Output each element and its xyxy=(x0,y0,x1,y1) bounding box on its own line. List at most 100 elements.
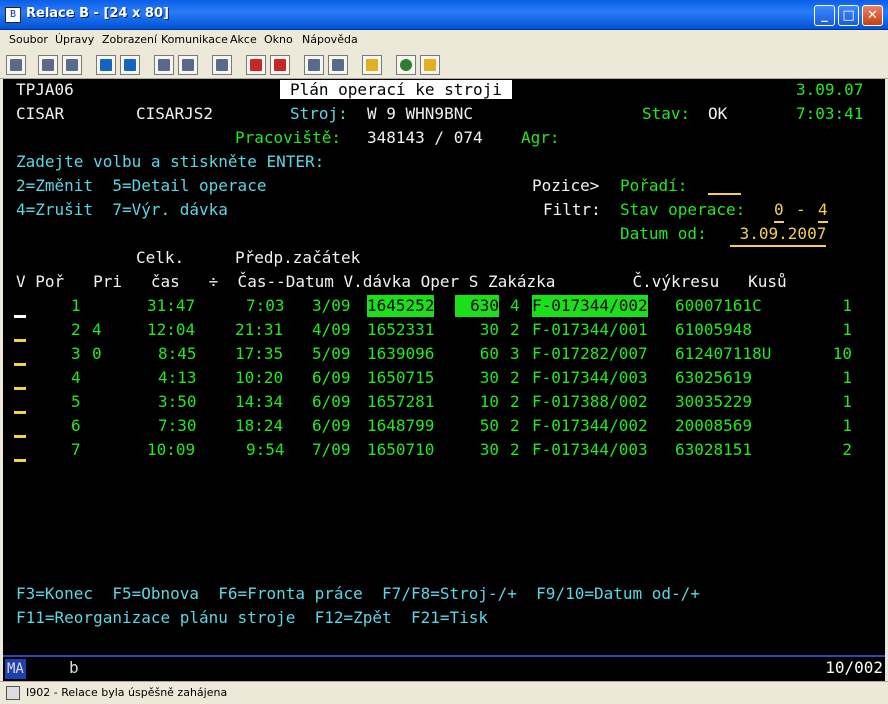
header-predp-zacatek: Předp.začátek xyxy=(235,248,361,267)
row-s: 4 xyxy=(510,296,520,315)
pracoviste-label: Pracoviště: xyxy=(235,128,341,147)
row-vykres: 612407118U xyxy=(675,344,772,363)
window-titlebar[interactable]: B Relace B - [24 x 80] _ □ ✕ xyxy=(0,0,888,30)
row-datum: 3/09 xyxy=(312,296,351,315)
instruction-text: Zadejte volbu a stiskněte ENTER: xyxy=(16,152,325,171)
row-option-input[interactable] xyxy=(14,387,26,390)
row-davka: 1650710 xyxy=(367,440,435,459)
row-option-input[interactable] xyxy=(14,363,26,366)
row-por: 1 xyxy=(71,296,81,315)
connection-status-icon xyxy=(6,686,20,700)
row-s: 2 xyxy=(510,416,520,435)
display-icon[interactable] xyxy=(154,55,174,75)
macro-2-icon[interactable] xyxy=(328,55,348,75)
row-por: 5 xyxy=(71,392,81,411)
poradi-input[interactable] xyxy=(708,175,741,195)
row-kusu: 1 xyxy=(842,296,852,315)
macro-icon[interactable] xyxy=(304,55,324,75)
row-oper: 10 xyxy=(479,392,499,411)
paste-icon[interactable] xyxy=(62,55,82,75)
stav-operace-label: Stav operace: xyxy=(620,200,746,219)
copy-icon[interactable] xyxy=(38,55,58,75)
menu-napoveda[interactable]: Nápověda xyxy=(302,33,358,46)
maximize-button[interactable]: □ xyxy=(838,5,859,26)
header-celk: Celk. xyxy=(136,248,185,267)
oia-indicator: b xyxy=(69,658,79,677)
row-datum: 7/09 xyxy=(312,440,351,459)
menu-akce[interactable]: Akce xyxy=(230,33,257,46)
filtr-label: Filtr: xyxy=(543,200,601,219)
row-option-input[interactable] xyxy=(14,315,26,318)
row-option-input[interactable] xyxy=(14,435,26,438)
row-vykres: 60007161C xyxy=(675,296,762,315)
row-oper: 30 xyxy=(479,368,499,387)
clipboard-icon[interactable] xyxy=(362,55,382,75)
row-davka: 1652331 xyxy=(367,320,435,339)
datum-od-input[interactable]: 3.09.2007 xyxy=(730,223,827,247)
row-s: 3 xyxy=(510,344,520,363)
row-cas: 10:09 xyxy=(147,440,196,459)
terminal-screen[interactable]: TPJA06 Plán operací ke stroji 3.09.07 CI… xyxy=(3,79,885,655)
row-por: 4 xyxy=(71,368,81,387)
row-oper: 60 xyxy=(479,344,499,363)
row-option-input[interactable] xyxy=(14,339,26,342)
row-zakazka: F-017344/002 xyxy=(532,295,648,317)
display-2-icon[interactable] xyxy=(178,55,198,75)
menu-bar: Soubor Úpravy Zobrazení Komunikace Akce … xyxy=(0,30,888,51)
row-cas: 12:04 xyxy=(147,320,196,339)
play-macro-icon[interactable] xyxy=(270,55,290,75)
datum-od-label: Datum od: xyxy=(620,224,707,243)
row-pri: 4 xyxy=(92,320,102,339)
keyboard-icon[interactable] xyxy=(212,55,232,75)
terminal-app-icon[interactable]: B xyxy=(5,7,21,23)
row-option-input[interactable] xyxy=(14,459,26,462)
row-kusu: 10 xyxy=(832,344,852,363)
row-zakazka: F-017388/002 xyxy=(532,392,648,411)
row-zacatek: 10:20 xyxy=(235,368,284,387)
function-keys-line-1: F3=Konec F5=Obnova F6=Fronta práce F7/F8… xyxy=(16,584,700,603)
row-option-input[interactable] xyxy=(14,411,26,414)
stav-operace-to-input[interactable]: 4 xyxy=(818,199,828,223)
stav-operace-dash: - xyxy=(796,200,806,219)
row-kusu: 1 xyxy=(842,392,852,411)
close-button[interactable]: ✕ xyxy=(862,5,883,26)
globe-icon[interactable] xyxy=(396,55,416,75)
menu-okno[interactable]: Okno xyxy=(264,33,293,46)
row-por: 3 xyxy=(71,344,81,363)
row-davka: 1639096 xyxy=(367,344,435,363)
row-kusu: 1 xyxy=(842,320,852,339)
record-macro-icon[interactable] xyxy=(246,55,266,75)
menu-zobrazeni[interactable]: Zobrazení xyxy=(102,33,157,46)
screen-title: Plán operací ke stroji xyxy=(280,80,512,99)
stav-label: Stav: xyxy=(642,104,691,123)
row-datum: 5/09 xyxy=(312,344,351,363)
stav-operace-from-input[interactable]: 0 xyxy=(774,199,784,223)
session-name: CISARJS2 xyxy=(136,104,214,123)
pracoviste-value: 348143 / 074 xyxy=(367,128,483,147)
menu-komunikace[interactable]: Komunikace xyxy=(161,33,228,46)
row-cas: 4:13 xyxy=(158,368,197,387)
row-oper: 30 xyxy=(479,320,499,339)
receive-file-icon[interactable] xyxy=(120,55,140,75)
pozice-label: Pozice> xyxy=(532,176,600,195)
row-vykres: 30035229 xyxy=(675,392,753,411)
function-keys-line-2: F11=Reorganizace plánu stroje F12=Zpět F… xyxy=(16,608,489,627)
row-zacatek: 17:35 xyxy=(235,344,284,363)
oia-mode: MA xyxy=(5,659,26,679)
row-oper: 50 xyxy=(479,416,499,435)
menu-soubor[interactable]: Soubor xyxy=(9,33,48,46)
row-por: 6 xyxy=(71,416,81,435)
edit-icon[interactable] xyxy=(420,55,440,75)
user-name: CISAR xyxy=(16,104,65,123)
print-icon[interactable] xyxy=(6,55,26,75)
row-davka: 1645252 xyxy=(367,295,435,317)
menu-upravy[interactable]: Úpravy xyxy=(55,33,94,46)
column-headers: V Poř Pri čas ÷ Čas--Datum V.dávka Oper … xyxy=(16,272,787,291)
row-vykres: 61005948 xyxy=(675,320,753,339)
program-id: TPJA06 xyxy=(16,80,74,99)
row-cas: 7:30 xyxy=(158,416,197,435)
minimize-button[interactable]: _ xyxy=(814,5,835,26)
screen-time: 7:03:41 xyxy=(796,104,864,123)
send-file-icon[interactable] xyxy=(96,55,116,75)
row-datum: 6/09 xyxy=(312,392,351,411)
